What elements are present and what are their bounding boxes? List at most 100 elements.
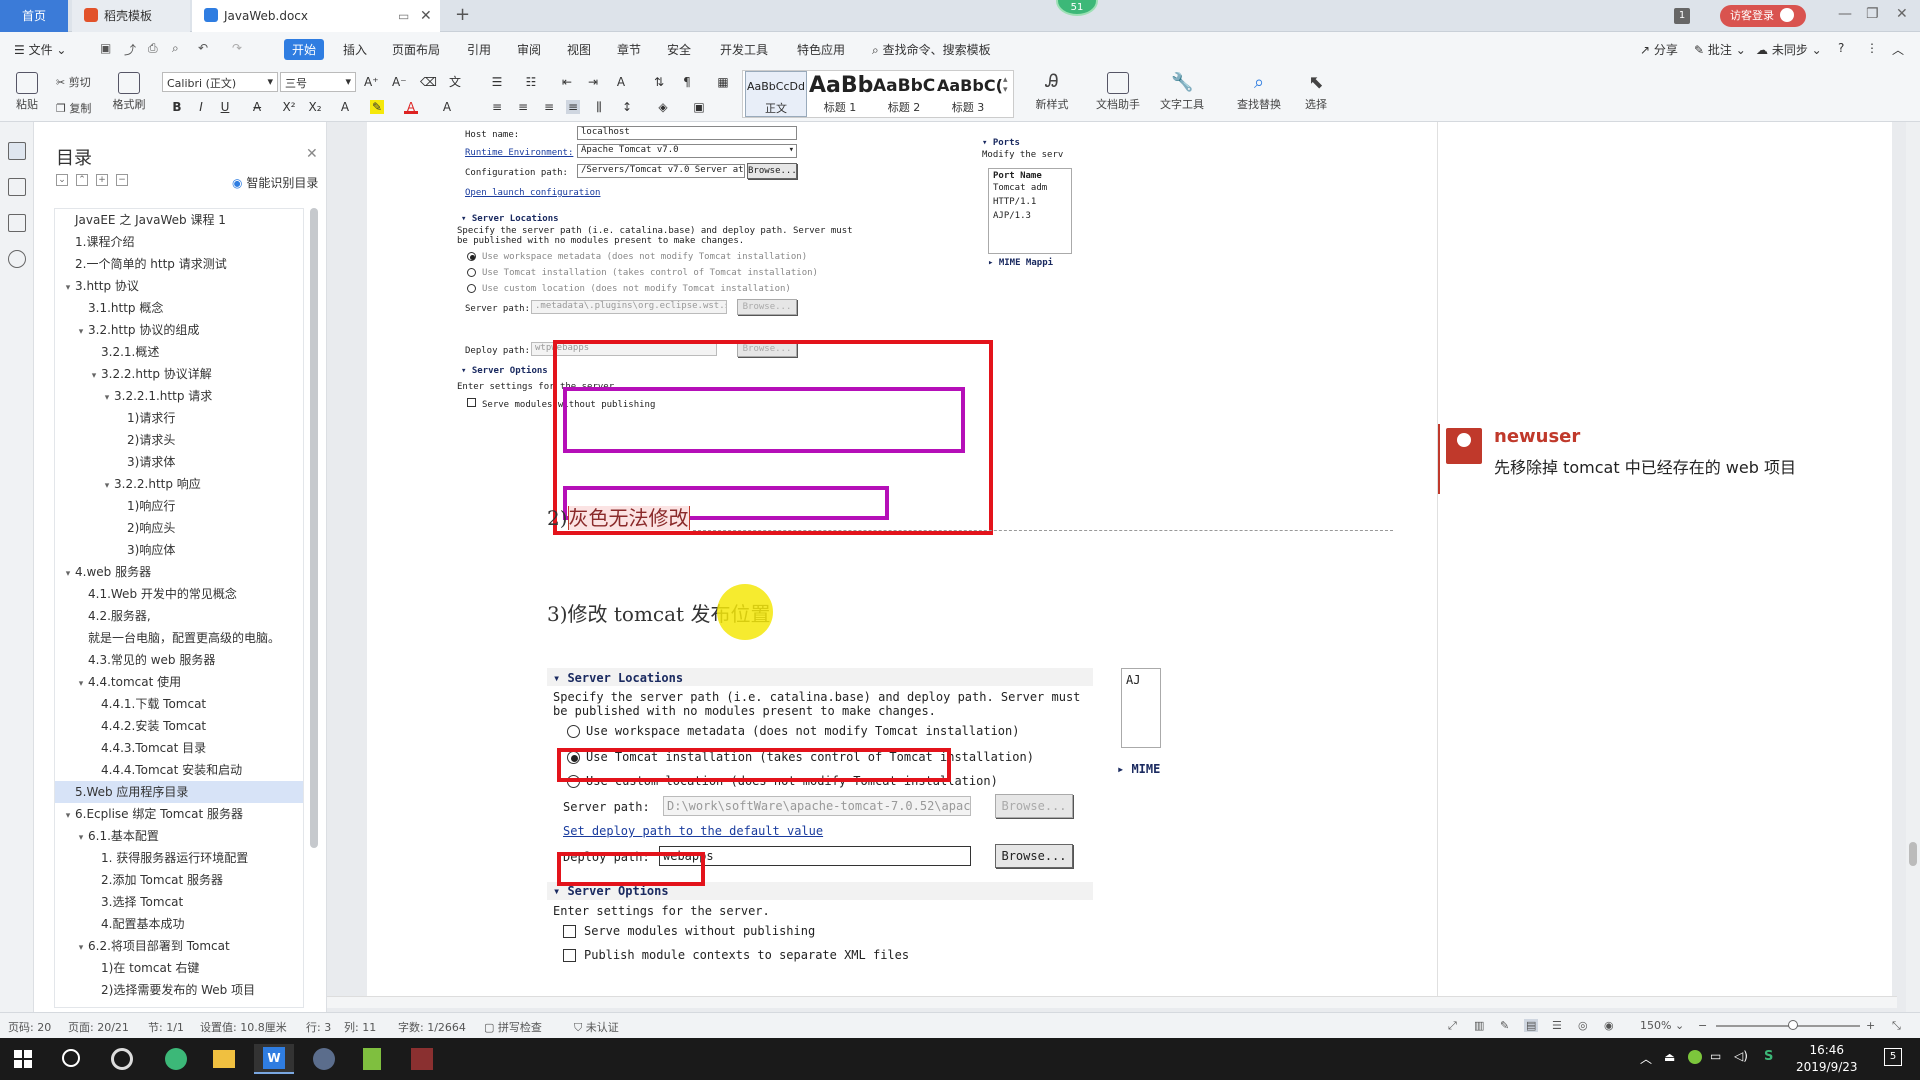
windows-start-icon[interactable] [14,1050,32,1068]
toc-item[interactable]: ▾ 3.2.http 协议的组成 [55,319,303,341]
floating-badge[interactable]: 51 [1056,0,1098,16]
toc-item[interactable]: 3.1.http 概念 [55,297,303,319]
menu-start[interactable]: 开始 [284,39,325,60]
eye-care-icon[interactable]: ◉ [1604,1019,1614,1032]
zoom-select[interactable]: 150% ⌄ [1640,1019,1684,1032]
tray-usb-icon[interactable]: ⏏ [1664,1050,1675,1064]
taskbar-app-browser[interactable] [156,1044,196,1074]
remove-level-icon[interactable]: − [116,174,128,186]
chevron-down-icon[interactable]: ▾ [74,321,88,341]
style-heading3[interactable]: AaBbC(标题 3 [937,71,1003,117]
tab-document[interactable]: JavaWeb.docx ▭ ✕ [192,0,440,32]
menu-security[interactable]: 安全 [667,41,691,58]
login-button[interactable]: 访客登录 [1720,5,1806,27]
taskbar-notepad[interactable] [352,1044,392,1074]
close-icon[interactable]: ✕ [306,146,318,162]
style-normal[interactable]: AaBbCcDd 正文 [745,71,807,117]
fullscreen-icon[interactable]: ⤢ [1448,1019,1457,1033]
document-page[interactable]: Host name: localhost Runtime Environment… [367,122,1437,1008]
toc-item[interactable]: 2.添加 Tomcat 服务器 [55,869,303,891]
quick-print-icon[interactable]: ⎙ [148,41,158,56]
quick-preview-icon[interactable]: ⌕ [172,41,179,56]
system-clock[interactable]: 16:46 2019/9/23 [1796,1042,1858,1076]
para-mark-icon[interactable]: ¶ [680,75,694,89]
underline-icon[interactable]: U [218,100,232,114]
tray-expand-icon[interactable]: ︿ [1640,1050,1652,1067]
menu-review[interactable]: 审阅 [517,41,541,58]
bold-icon[interactable]: B [170,100,184,114]
expand-icon[interactable]: ⌄ [56,174,68,186]
distribute-icon[interactable]: ⫼ [592,100,606,114]
zoom-slider[interactable] [1716,1020,1860,1030]
chevron-down-icon[interactable]: ▾ [74,937,88,957]
tab-home[interactable]: 首页 [0,0,68,32]
chevron-down-icon[interactable]: ▾ [61,277,75,297]
chevron-down-icon[interactable]: ▾ [87,365,101,385]
chevron-down-icon[interactable]: ▾ [61,805,75,825]
toc-item[interactable]: 1. 获得服务器运行环境配置 [55,847,303,869]
doc-helper-button[interactable]: 文档助手 [1092,72,1144,112]
toc-item[interactable]: 1.课程介绍 [55,231,303,253]
auth-status[interactable]: ⛉ 未认证 [574,1019,619,1035]
number-list-icon[interactable]: ☷ [524,75,538,89]
grow-font-icon[interactable]: A⁺ [364,75,379,89]
indent-icon[interactable]: ⇥ [586,75,600,89]
status-page[interactable]: 页面: 20/21 [68,1019,129,1035]
menu-special[interactable]: 特色应用 [797,41,845,58]
toc-item[interactable]: ▾ 3.2.2.http 响应 [55,473,303,495]
tray-app-icon[interactable] [1688,1050,1702,1064]
outdent-icon[interactable]: ⇤ [560,75,574,89]
toc-item[interactable]: 3.选择 Tomcat [55,891,303,913]
toc-item[interactable]: 4.4.1.下载 Tomcat [55,693,303,715]
sort-icon[interactable]: ⇅ [652,75,666,89]
chevron-down-icon[interactable]: ▾ [74,673,88,693]
taskbar-file-explorer[interactable] [204,1044,244,1074]
toc-item[interactable]: ▾ 6.1.基本配置 [55,825,303,847]
toc-item[interactable]: ▾ 3.2.2.1.http 请求 [55,385,303,407]
cortana-icon[interactable] [62,1049,80,1067]
shading-icon[interactable]: ◈ [656,100,670,114]
status-words[interactable]: 字数: 1/2664 [398,1019,466,1035]
tab-pin-icon[interactable]: ▭ [398,0,409,32]
share-button[interactable]: ↗ 分享 [1640,41,1678,58]
toc-item[interactable]: 1)请求行 [55,407,303,429]
toc-scrollbar[interactable] [310,208,318,848]
toc-item[interactable]: ▾ 6.2.将项目部署到 Tomcat [55,935,303,957]
italic-icon[interactable]: I [194,100,208,114]
network-icon[interactable]: ▭ [1710,1049,1721,1063]
find-replace-button[interactable]: ⌕ 查找替换 [1228,72,1290,112]
restore-icon[interactable]: ❐ [1866,6,1879,22]
font-size-select[interactable]: 三号 ▾ [280,72,356,92]
add-level-icon[interactable]: + [96,174,108,186]
table-icon[interactable]: ▦ [716,75,730,89]
close-window-icon[interactable]: ✕ [1896,6,1908,22]
edit-mode-icon[interactable]: ✎ [1500,1019,1509,1032]
collapse-ribbon-icon[interactable]: ︿ [1892,41,1904,58]
chevron-down-icon[interactable]: ▾ [100,475,114,495]
style-heading1[interactable]: AaBb 标题 1 [809,71,873,117]
menu-reference[interactable]: 引用 [467,41,491,58]
volume-icon[interactable]: ◁) [1734,1049,1748,1063]
toc-item[interactable]: ▾ 3.2.2.http 协议详解 [55,363,303,385]
taskbar-wps-writer[interactable]: W [254,1044,294,1074]
toc-item[interactable]: 2)响应头 [55,517,303,539]
toc-item[interactable]: 4.1.Web 开发中的常见概念 [55,583,303,605]
toc-item[interactable]: 4.4.2.安装 Tomcat [55,715,303,737]
change-case-icon[interactable]: A [614,75,628,89]
cut-button[interactable]: ✂ 剪切 [56,74,91,90]
clear-format-icon[interactable]: ⌫ [420,75,437,89]
toc-item[interactable]: 5.Web 应用程序目录 [55,781,303,803]
outline-view-icon[interactable]: ☰ [1552,1019,1562,1032]
page-view-icon[interactable]: ▤ [1524,1019,1539,1032]
bookmark-icon[interactable] [8,214,26,232]
pages-icon[interactable] [8,178,26,196]
window-count-badge[interactable]: 1 [1674,8,1690,24]
file-menu[interactable]: ☰ 文件 ⌄ [14,41,66,58]
toc-item[interactable]: ▾ 3.http 协议 [55,275,303,297]
toc-item[interactable]: 就是一台电脑，配置更高级的电脑。 [55,627,303,649]
chevron-down-icon[interactable]: ▾ [74,827,88,847]
toc-item[interactable]: 2.一个简单的 http 请求测试 [55,253,303,275]
subscript-icon[interactable]: X₂ [308,100,322,114]
taskbar-app-1[interactable] [102,1044,142,1074]
text-tools-button[interactable]: 🔧 文字工具 [1154,72,1210,112]
